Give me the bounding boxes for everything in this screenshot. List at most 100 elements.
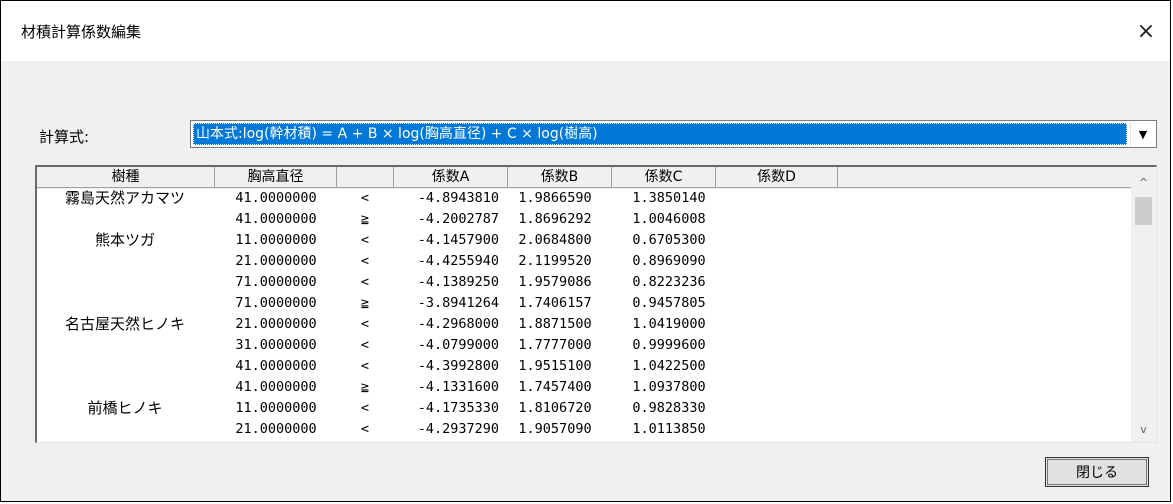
table-row[interactable]: 71.0000000 ≧ -3.8941264 1.7406157 0.9457805: [37, 294, 1131, 312]
cell-dbh[interactable]: 41.0000000: [217, 210, 335, 228]
cell-coef-c[interactable]: 1.0046008: [619, 210, 719, 228]
cell-operator[interactable]: <: [339, 336, 391, 354]
cell-operator[interactable]: <: [339, 420, 391, 438]
cell-coef-c[interactable]: 0.6705300: [619, 231, 719, 249]
column-header-dbh[interactable]: 胸高直径: [215, 167, 337, 188]
cell-coef-c[interactable]: 0.9457805: [619, 294, 719, 312]
scroll-down-icon[interactable]: v: [1131, 418, 1156, 440]
cell-coef-b[interactable]: 1.7406157: [505, 294, 605, 312]
vertical-scrollbar[interactable]: ^ v: [1131, 167, 1156, 442]
cell-coef-c[interactable]: 0.8969090: [619, 252, 719, 270]
cell-coef-a[interactable]: -4.1457900: [391, 231, 499, 249]
formula-select[interactable]: 山本式:log(幹材積) = A + B × log(胸高直径) + C × l…: [190, 120, 1157, 148]
cell-dbh[interactable]: 11.0000000: [217, 231, 335, 249]
cell-species[interactable]: 前橋ヒノキ: [37, 399, 213, 417]
table-row[interactable]: 71.0000000 < -4.1389250 1.9579086 0.8223236: [37, 273, 1131, 291]
coefficient-grid[interactable]: 樹種 胸高直径 係数A 係数B 係数C 係数D 霧島天然アカマツ 41.00000…: [35, 165, 1157, 443]
cell-operator[interactable]: <: [339, 357, 391, 375]
cell-coef-b[interactable]: 1.9579086: [505, 273, 605, 291]
cell-coef-a[interactable]: -4.1735330: [391, 399, 499, 417]
cell-dbh[interactable]: 21.0000000: [217, 420, 335, 438]
formula-selected-value[interactable]: 山本式:log(幹材積) = A + B × log(胸高直径) + C × l…: [193, 123, 1127, 145]
cell-coef-a[interactable]: -4.3992800: [391, 357, 499, 375]
cell-dbh[interactable]: 31.0000000: [217, 336, 335, 354]
cell-coef-b[interactable]: 2.1199520: [505, 252, 605, 270]
column-header-coef-a[interactable]: 係数A: [394, 167, 508, 188]
cell-coef-c[interactable]: 0.9999600: [619, 336, 719, 354]
table-row[interactable]: 41.0000000 ≧ -4.1331600 1.7457400 1.0937800: [37, 378, 1131, 396]
cell-coef-b[interactable]: 1.7457400: [505, 378, 605, 396]
cell-coef-a[interactable]: -4.1331600: [391, 378, 499, 396]
cell-coef-a[interactable]: -4.8943810: [391, 189, 499, 207]
scroll-up-icon[interactable]: ^: [1131, 171, 1156, 193]
cell-species[interactable]: [37, 336, 213, 354]
cell-coef-b[interactable]: 1.9866590: [505, 189, 605, 207]
cell-coef-a[interactable]: -3.8941264: [391, 294, 499, 312]
table-row[interactable]: 41.0000000 ≧ -4.2002787 1.8696292 1.0046008: [37, 210, 1131, 228]
cell-coef-b[interactable]: 1.9057090: [505, 420, 605, 438]
cell-dbh[interactable]: 11.0000000: [217, 399, 335, 417]
cell-coef-a[interactable]: -4.2937290: [391, 420, 499, 438]
cell-species[interactable]: [37, 294, 213, 312]
cell-coef-c[interactable]: 1.0113850: [619, 420, 719, 438]
cell-coef-c[interactable]: 0.8223236: [619, 273, 719, 291]
table-row[interactable]: 21.0000000 < -4.4255940 2.1199520 0.8969090: [37, 252, 1131, 270]
cell-operator[interactable]: ≧: [339, 378, 391, 396]
table-row[interactable]: 熊本ツガ 11.0000000 < -4.1457900 2.0684800 0.6705…: [37, 231, 1131, 249]
cell-coef-a[interactable]: -4.2968000: [391, 315, 499, 333]
cell-coef-a[interactable]: -4.0799000: [391, 336, 499, 354]
table-row[interactable]: 21.0000000 < -4.2937290 1.9057090 1.0113850: [37, 420, 1131, 438]
cell-coef-b[interactable]: 1.9515100: [505, 357, 605, 375]
column-header-coef-b[interactable]: 係数B: [508, 167, 612, 188]
cell-operator[interactable]: <: [339, 315, 391, 333]
column-header-coef-d[interactable]: 係数D: [716, 167, 838, 188]
cell-coef-c[interactable]: 1.0422500: [619, 357, 719, 375]
cell-operator[interactable]: ≧: [339, 294, 391, 312]
cell-coef-c[interactable]: 1.0419000: [619, 315, 719, 333]
cell-species[interactable]: 熊本ツガ: [37, 231, 213, 249]
cell-coef-b[interactable]: 2.0684800: [505, 231, 605, 249]
cell-coef-c[interactable]: 1.0937800: [619, 378, 719, 396]
cell-coef-a[interactable]: -4.1389250: [391, 273, 499, 291]
cell-coef-b[interactable]: 1.8871500: [505, 315, 605, 333]
table-row[interactable]: 前橋ヒノキ 11.0000000 < -4.1735330 1.8106720 0.982…: [37, 399, 1131, 417]
cell-dbh[interactable]: 71.0000000: [217, 294, 335, 312]
cell-species[interactable]: 名古屋天然ヒノキ: [37, 315, 213, 333]
cell-species[interactable]: 霧島天然アカマツ: [37, 189, 213, 207]
cell-species[interactable]: [37, 420, 213, 438]
scroll-thumb[interactable]: [1135, 197, 1152, 225]
cell-operator[interactable]: <: [339, 399, 391, 417]
cell-coef-b[interactable]: 1.8106720: [505, 399, 605, 417]
cell-operator[interactable]: <: [339, 273, 391, 291]
column-header-coef-c[interactable]: 係数C: [612, 167, 716, 188]
table-row[interactable]: 名古屋天然ヒノキ 21.0000000 < -4.2968000 1.8871500 1.…: [37, 315, 1131, 333]
cell-operator[interactable]: <: [339, 252, 391, 270]
close-button[interactable]: 閉じる: [1045, 457, 1149, 487]
cell-species[interactable]: [37, 357, 213, 375]
cell-species[interactable]: [37, 252, 213, 270]
cell-coef-a[interactable]: -4.4255940: [391, 252, 499, 270]
cell-dbh[interactable]: 21.0000000: [217, 252, 335, 270]
table-row[interactable]: 31.0000000 < -4.0799000 1.7777000 0.9999600: [37, 336, 1131, 354]
dropdown-arrow-icon[interactable]: ▼: [1130, 122, 1155, 146]
cell-operator[interactable]: ≧: [339, 210, 391, 228]
table-row[interactable]: 霧島天然アカマツ 41.0000000 < -4.8943810 1.9866590 1.…: [37, 189, 1131, 207]
cell-dbh[interactable]: 41.0000000: [217, 357, 335, 375]
table-row[interactable]: 41.0000000 < -4.3992800 1.9515100 1.0422500: [37, 357, 1131, 375]
cell-operator[interactable]: <: [339, 231, 391, 249]
cell-dbh[interactable]: 71.0000000: [217, 273, 335, 291]
cell-coef-a[interactable]: -4.2002787: [391, 210, 499, 228]
column-header-operator[interactable]: [337, 167, 394, 188]
cell-species[interactable]: [37, 273, 213, 291]
cell-species[interactable]: [37, 378, 213, 396]
column-header-species[interactable]: 樹種: [37, 167, 215, 188]
cell-dbh[interactable]: 41.0000000: [217, 189, 335, 207]
cell-operator[interactable]: <: [339, 189, 391, 207]
cell-dbh[interactable]: 41.0000000: [217, 378, 335, 396]
cell-coef-b[interactable]: 1.8696292: [505, 210, 605, 228]
close-icon[interactable]: ×: [1128, 15, 1164, 47]
cell-dbh[interactable]: 21.0000000: [217, 315, 335, 333]
cell-coef-c[interactable]: 0.9828330: [619, 399, 719, 417]
cell-species[interactable]: [37, 210, 213, 228]
cell-coef-b[interactable]: 1.7777000: [505, 336, 605, 354]
